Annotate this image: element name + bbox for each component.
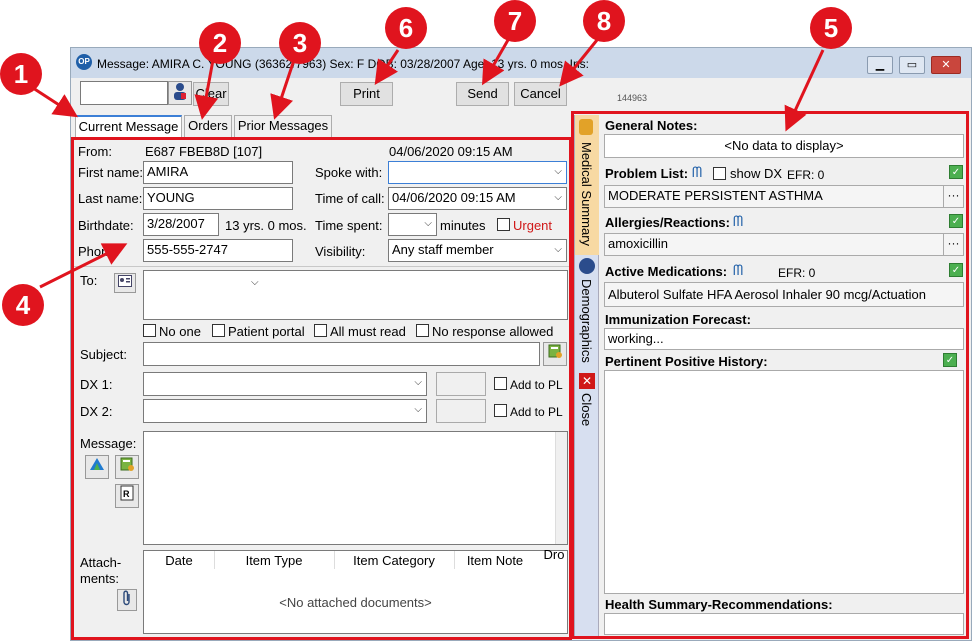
callout-5: 5 bbox=[810, 7, 852, 49]
callout-2: 2 bbox=[199, 22, 241, 64]
callout-arrows bbox=[32, 39, 825, 289]
callout-7: 7 bbox=[494, 0, 536, 42]
callout-1: 1 bbox=[0, 53, 42, 95]
callout-4: 4 bbox=[2, 284, 44, 326]
callout-8: 8 bbox=[583, 0, 625, 42]
callout-3: 3 bbox=[279, 22, 321, 64]
callout-6: 6 bbox=[385, 7, 427, 49]
